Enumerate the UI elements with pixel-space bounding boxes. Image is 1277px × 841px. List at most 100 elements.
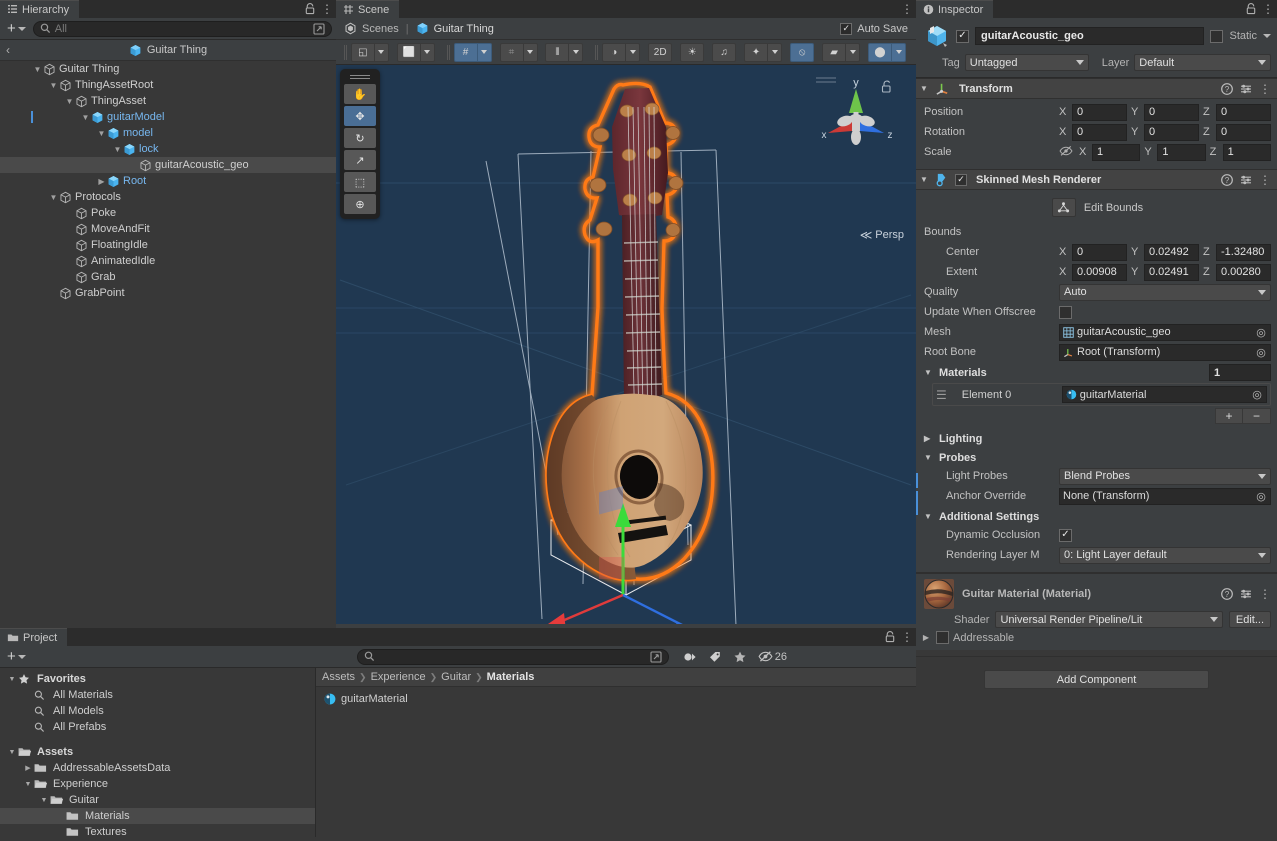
project-breadcrumb[interactable]: Assets ❯ Experience ❯ Guitar ❯ Materials [316,668,916,687]
breadcrumb-assets[interactable]: Assets [322,671,355,683]
project-tree-item-all-materials[interactable]: All Materials [0,687,315,703]
help-icon[interactable]: ? [1221,82,1233,95]
collapse-triangle-icon[interactable]: ▼ [924,368,935,377]
hierarchy-item-grabpoint[interactable]: GrabPoint [0,285,336,301]
component-menu-icon[interactable]: ⋮ [1259,82,1271,96]
hidden-objects-button[interactable]: ⦸ [790,42,815,62]
snap-increment-button[interactable]: ⦀ [545,42,570,62]
shading-mode-button[interactable]: ◑ [602,42,627,62]
favorite-filter-icon[interactable] [733,650,747,664]
project-tree-item-assets[interactable]: Assets [0,744,315,760]
asset-type-filter-icon[interactable] [683,650,697,664]
search-expand-icon[interactable] [313,22,325,35]
hierarchy-item-poke[interactable]: Poke [0,205,336,221]
hierarchy-tree[interactable]: Guitar Thing ThingAssetRoot ThingAsset guit… [0,61,336,623]
search-expand-icon[interactable] [650,650,662,663]
addressable-checkbox[interactable] [936,631,949,644]
preset-icon[interactable] [1240,83,1252,95]
hierarchy-item-root[interactable]: Root [0,173,336,189]
material-element-row[interactable]: ☰ Element 0 guitarMaterial ◎ [932,383,1271,406]
hierarchy-item-grab[interactable]: Grab [0,269,336,285]
layer-dropdown[interactable]: Default [1134,54,1271,71]
collapse-triangle-icon[interactable] [6,676,18,683]
root-bone-object-field[interactable]: Root (Transform) ◎ [1059,343,1271,361]
project-tree-item-favorites[interactable]: Favorites [0,671,315,687]
tools-drag-handle[interactable] [350,73,370,80]
breadcrumb-back-button[interactable]: ‹ [6,43,10,57]
position-y[interactable]: 0 [1144,103,1199,121]
collapse-triangle-icon[interactable] [96,129,107,138]
scene-visibility-globe-button[interactable]: ⬤ [868,42,893,62]
tag-dropdown[interactable]: Untagged [964,54,1089,71]
add-material-button[interactable]: + [1215,408,1243,424]
materials-count-input[interactable]: 1 [1209,364,1271,381]
collapse-triangle-icon[interactable] [38,797,50,804]
gameobject-name-input[interactable]: guitarAcoustic_geo [975,27,1205,45]
tab-inspector[interactable]: Inspector [916,0,994,18]
gameobject-enabled-checkbox[interactable]: ✓ [956,29,969,43]
project-tree-item-textures[interactable]: Textures [0,824,315,840]
mesh-object-picker-icon[interactable]: ◎ [1254,325,1268,340]
breadcrumb-experience[interactable]: Experience [371,671,426,683]
mesh-object-field[interactable]: guitarAcoustic_geo ◎ [1059,323,1271,341]
hierarchy-item-animatedidle[interactable]: AnimatedIdle [0,253,336,269]
hierarchy-item-thingassetroot[interactable]: ThingAssetRoot [0,77,336,93]
update-offscreen-checkbox[interactable] [1059,305,1072,319]
bounds-center-z[interactable]: -1.32480 [1216,243,1271,261]
transform-component-header[interactable]: ▼ Transform ? ⋮ [916,78,1277,99]
transform-tool[interactable]: ⊕ [344,194,376,214]
hierarchy-item-guitaracoustic-geo[interactable]: guitarAcoustic_geo [0,157,336,173]
lighting-section-header[interactable]: ▶ Lighting [924,429,1271,448]
scene-visibility-globe-dropdown[interactable] [892,42,907,62]
preset-icon[interactable] [1240,588,1252,600]
bounds-extent-z[interactable]: 0.00280 [1216,263,1271,281]
collapse-triangle-icon[interactable] [48,193,59,202]
help-icon[interactable]: ? [1221,173,1233,186]
rendering-layer-dropdown[interactable]: 0: Light Layer default [1059,546,1271,564]
handle-space-button[interactable]: ⬜ [396,42,421,62]
collapse-triangle-icon[interactable] [32,65,43,74]
collapse-triangle-icon[interactable]: ▼ [924,512,935,521]
project-tree-item-all-prefabs[interactable]: All Prefabs [0,719,315,735]
shading-mode-dropdown[interactable] [626,42,641,62]
collapse-triangle-icon[interactable]: ▼ [924,453,935,462]
tab-scene[interactable]: Scene [336,0,400,18]
scene-viewport[interactable]: ✋ ✥ ↻ ↗ ⬚ ⊕ y x z ≪ Persp [336,65,916,624]
auto-save-toggle[interactable]: ✓ Auto Save [840,22,908,35]
scene-orientation-gizmo[interactable]: y x z [812,73,900,172]
scene-tools-palette[interactable]: ✋ ✥ ↻ ↗ ⬚ ⊕ [340,69,380,219]
dynamic-occlusion-checkbox[interactable]: ✓ [1059,528,1072,542]
constrain-proportions-off-icon[interactable] [1059,145,1073,160]
snap-increment-dropdown[interactable] [569,42,584,62]
hierarchy-search-input[interactable]: All [32,20,332,37]
collapse-triangle-icon[interactable] [6,749,18,756]
skinned-mesh-renderer-header[interactable]: ▼ ✓ Skinned Mesh Renderer ? ⋮ [916,169,1277,190]
bounds-extent-y[interactable]: 0.02491 [1144,263,1199,281]
pivot-mode-button[interactable]: ◱ [350,42,375,62]
preset-icon[interactable] [1240,174,1252,186]
grid-snapping-button[interactable]: ⌗ [499,42,524,62]
rotation-x[interactable]: 0 [1072,123,1127,141]
shader-dropdown[interactable]: Universal Render Pipeline/Lit [995,611,1223,628]
collapse-triangle-icon[interactable] [80,113,91,122]
2d-toggle-button[interactable]: 2D [648,42,673,62]
collapse-triangle-icon[interactable]: ▼ [920,175,930,184]
help-icon[interactable]: ? [1221,588,1233,600]
project-folder-tree[interactable]: Favorites All Materials All Models All Pref… [0,668,316,840]
collapse-triangle-icon[interactable] [112,145,123,154]
hierarchy-item-moveandfit[interactable]: MoveAndFit [0,221,336,237]
collapse-triangle-icon[interactable] [48,81,59,90]
component-menu-icon[interactable]: ⋮ [1259,587,1271,601]
hierarchy-item-thingasset[interactable]: ThingAsset [0,93,336,109]
hierarchy-item-lock[interactable]: lock [0,141,336,157]
perspective-mode-label[interactable]: ≪ Persp [860,228,904,242]
hierarchy-item-protocols[interactable]: Protocols [0,189,336,205]
breadcrumb-guitar[interactable]: Guitar [441,671,471,683]
position-z[interactable]: 0 [1216,103,1271,121]
handle-space-dropdown[interactable] [420,42,435,62]
scale-z[interactable]: 1 [1222,143,1271,161]
scene-toolbar[interactable]: ◱ ⬜ # ⌗ ⦀ ◑ 2D ☀ ♫ ✦ ⦸ ▰ ⬤ [336,40,916,65]
quality-dropdown[interactable]: Auto [1059,283,1271,301]
project-tree-item-addressableassetsdata[interactable]: AddressableAssetsData [0,760,315,776]
materials-section-header[interactable]: ▼ Materials 1 [924,363,1271,382]
